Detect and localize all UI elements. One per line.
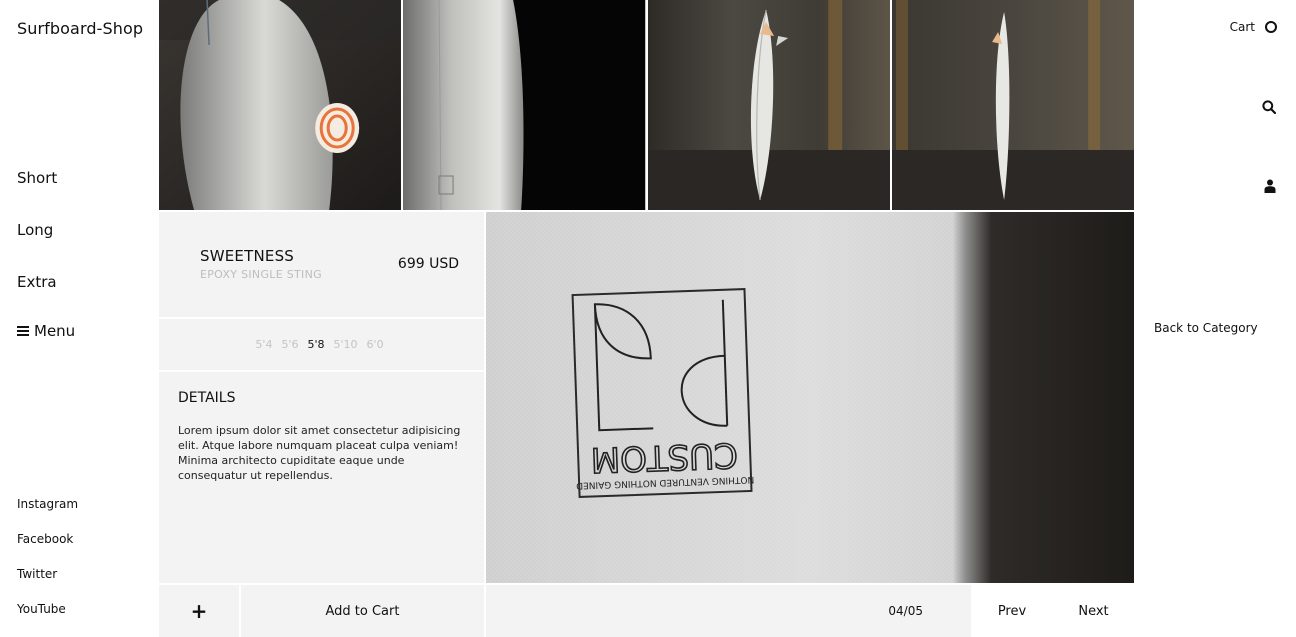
main-product-image[interactable]: NOTHING VENTURED NOTHING GAINED CUSTOM [486,212,1134,583]
prev-button[interactable]: Prev [971,585,1053,637]
nav-item-extra[interactable]: Extra [17,273,57,291]
gallery-thumb-4[interactable] [891,0,1134,210]
board-profile-photo [891,0,1134,210]
size-selector: 5'4 5'6 5'8 5'10 6'0 [159,319,484,370]
user-icon[interactable] [1264,179,1276,193]
social-link-youtube[interactable]: YouTube [17,602,66,616]
size-option-6-0[interactable]: 6'0 [367,338,384,351]
social-link-instagram[interactable]: Instagram [17,497,78,511]
menu-button[interactable]: Menu [17,322,75,340]
size-option-5-4[interactable]: 5'4 [255,338,272,351]
product-subtitle: EPOXY SINGLE STING [200,268,322,281]
gallery-thumb-1[interactable] [159,0,402,210]
circle-icon [1265,21,1277,33]
product-price: 699 USD [397,256,459,272]
product-details: DETAILS Lorem ipsum dolor sit amet conse… [159,372,484,583]
board-rail-photo [403,0,646,210]
slide-counter: 04/05 [888,604,923,618]
left-sidebar: Surfboard-Shop Short Long Extra Menu Ins… [0,0,159,637]
gallery-thumb-3[interactable] [647,0,890,210]
cart-button[interactable]: Cart [1230,20,1277,34]
size-option-5-8[interactable]: 5'8 [307,338,324,351]
social-link-facebook[interactable]: Facebook [17,532,73,546]
product-header: SWEETNESS EPOXY SINGLE STING 699 USD [159,212,484,317]
logo-closeup-photo: NOTHING VENTURED NOTHING GAINED CUSTOM [486,212,1134,583]
size-option-5-6[interactable]: 5'6 [281,338,298,351]
product-name: SWEETNESS [200,247,295,265]
nav-item-short[interactable]: Short [17,169,57,187]
next-button[interactable]: Next [1053,585,1134,637]
details-text: Lorem ipsum dolor sit amet consectetur a… [178,424,461,482]
add-quantity-button[interactable]: + [159,585,239,637]
details-title: DETAILS [178,390,236,406]
right-sidebar: Cart Back to Category [1134,0,1296,637]
gallery-thumb-2[interactable] [403,0,646,210]
cart-label: Cart [1229,20,1255,34]
add-to-cart-button[interactable]: Add to Cart [241,585,484,637]
logo-word: CUSTOM [590,434,738,479]
social-link-twitter[interactable]: Twitter [17,567,57,581]
slide-counter-bar: 04/05 [486,585,971,637]
search-icon[interactable] [1262,100,1276,114]
menu-label: Menu [34,322,76,340]
hamburger-icon [17,326,29,336]
board-nose-photo [159,0,402,210]
nav-item-long[interactable]: Long [17,221,53,239]
brand-logo[interactable]: Surfboard-Shop [17,19,143,38]
image-gallery [159,0,1134,210]
board-standing-photo [647,0,890,210]
back-to-category-link[interactable]: Back to Category [1154,321,1258,335]
size-option-5-10[interactable]: 5'10 [334,338,358,351]
